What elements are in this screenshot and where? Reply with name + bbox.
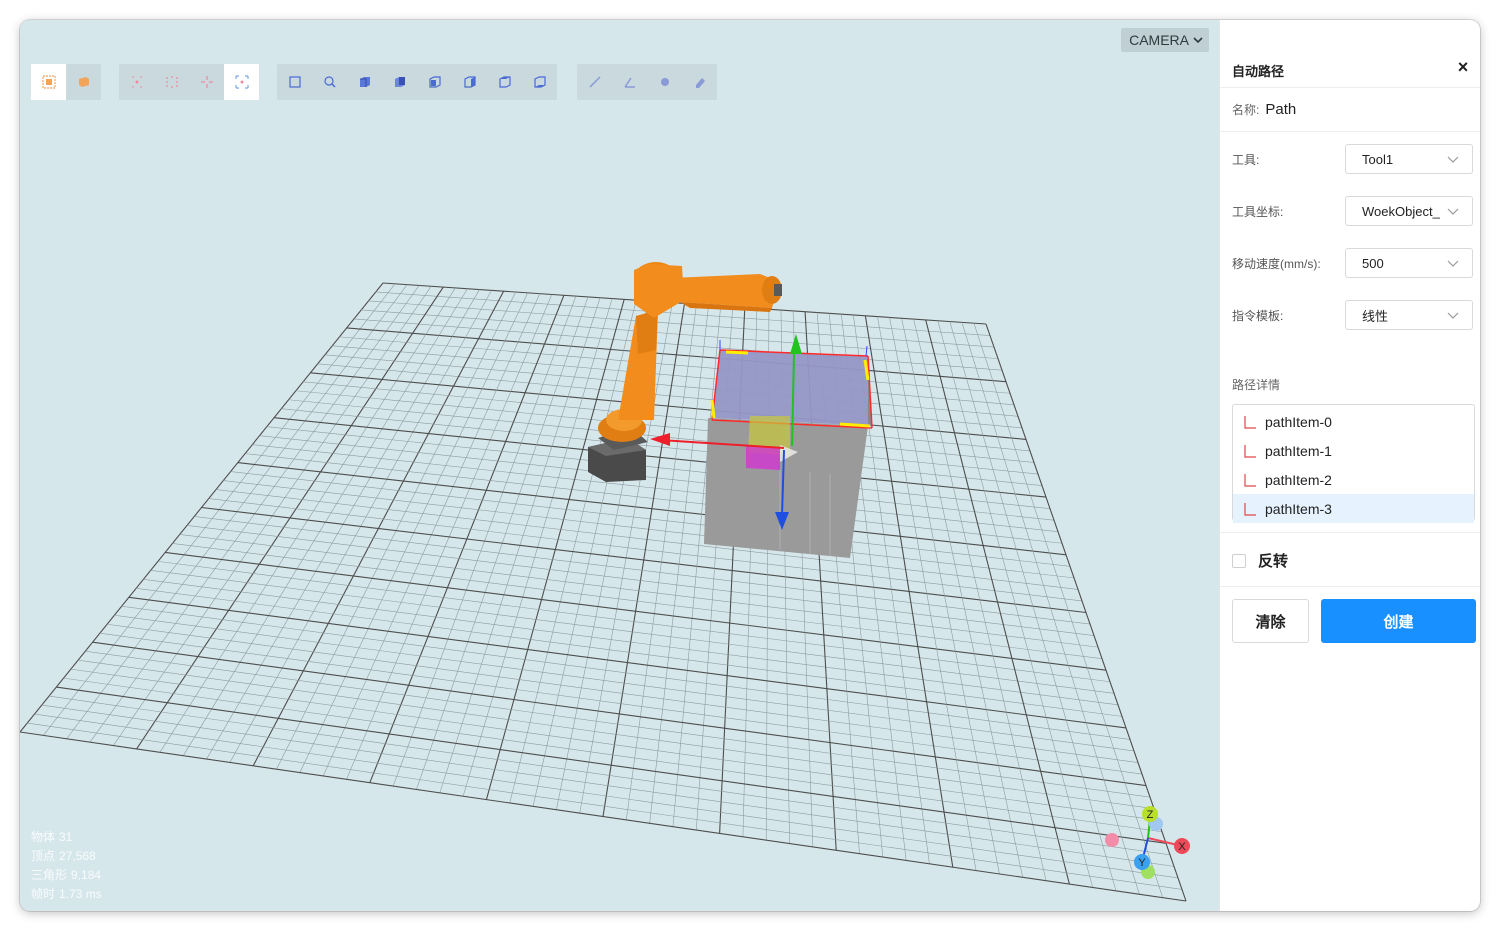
snap-point-icon[interactable] [119,64,154,100]
reverse-checkbox[interactable] [1232,553,1246,568]
tool-coord-field: 工具坐标: WoekObject_ [1220,194,1480,228]
name-row: 名称: Path [1220,88,1480,132]
speed-field: 移动速度(mm/s): 500 [1220,246,1480,280]
close-icon[interactable]: × [1454,57,1472,77]
tool-label: 工具: [1232,153,1260,167]
stat-triangles: 三角形 9,184 [31,868,102,882]
path-item-label: pathItem-3 [1265,500,1332,517]
measure-line-icon[interactable] [577,64,612,100]
chevron-down-icon [1447,260,1459,267]
stat-vertices: 顶点 27,568 [31,849,96,863]
path-line-icon [1244,444,1256,458]
axis-x-label: X [1178,841,1186,853]
name-value[interactable]: Path [1265,101,1296,118]
stat-frame-time: 帧时 1.73 ms [31,887,102,901]
floor-grid [20,282,1187,902]
panel-title: 自动路径 [1232,64,1285,79]
stat-objects: 物体 31 [31,830,73,844]
toolbar-group-views [277,64,557,100]
view-bottom-icon[interactable] [522,64,557,100]
tool-field: 工具: Tool1 [1220,142,1480,176]
path-line-icon [1244,415,1256,429]
camera-select-label: CAMERA [1129,32,1189,48]
select-object-icon[interactable] [31,64,66,100]
clear-button[interactable]: 清除 [1232,599,1309,643]
auto-path-panel: 自动路径 × 名称: Path 工具: Tool1 工具坐标: WoekObje… [1219,20,1480,911]
path-line-icon [1244,473,1256,487]
axis-z-label: Z [1147,809,1154,821]
snap-frame-icon[interactable] [224,64,259,100]
divider [1220,532,1480,533]
panel-header: 自动路径 × [1220,20,1480,88]
point-icon[interactable] [647,64,682,100]
view-front-icon[interactable] [347,64,382,100]
path-item[interactable]: pathItem-1 [1233,436,1474,465]
app-window: X Z Y CAMERA 物体 31 顶点 27,568 三角形 9,184 帧… [20,20,1480,911]
view-back-icon[interactable] [382,64,417,100]
template-field: 指令模板: 线性 [1220,298,1480,332]
chevron-down-icon [1193,37,1203,44]
speed-select-value: 500 [1362,255,1384,271]
scene-canvas[interactable]: X Z Y [20,20,1219,911]
path-details-label: 路径详情 [1232,378,1281,392]
tool-select-value: Tool1 [1362,151,1394,167]
name-label: 名称: [1232,103,1260,117]
reverse-label: 反转 [1258,553,1289,570]
3d-viewport[interactable]: X Z Y CAMERA 物体 31 顶点 27,568 三角形 9,184 帧… [20,20,1219,911]
tool-select[interactable]: Tool1 [1345,144,1473,174]
path-item-label: pathItem-1 [1265,442,1332,459]
divider [1220,586,1480,587]
speed-label: 移动速度(mm/s): [1232,257,1321,271]
tool-coord-select[interactable]: WoekObject_ [1345,196,1473,226]
speed-select[interactable]: 500 [1345,248,1473,278]
toolbar-group-select [31,64,101,100]
path-item[interactable]: pathItem-0 [1233,407,1474,436]
view-right-icon[interactable] [452,64,487,100]
toolbar-group-snap [119,64,259,100]
chevron-down-icon [1447,312,1459,319]
snap-center-icon[interactable] [189,64,224,100]
eraser-icon[interactable] [682,64,717,100]
tool-coord-label: 工具坐标: [1232,205,1284,219]
measure-angle-icon[interactable] [612,64,647,100]
view-frame-icon[interactable] [277,64,312,100]
path-list: pathItem-0 pathItem-1 pathItem-2 pathIte… [1232,404,1475,523]
path-item[interactable]: pathItem-2 [1233,465,1474,494]
path-item-label: pathItem-0 [1265,413,1332,430]
tool-coord-select-value: WoekObject_ [1362,203,1440,219]
camera-select[interactable]: CAMERA [1121,28,1209,52]
orientation-triad[interactable]: X Z Y [1105,806,1190,879]
path-line-icon [1244,502,1256,516]
axis-y-label: Y [1138,857,1146,869]
render-stats: 物体 31 顶点 27,568 三角形 9,184 帧时 1.73 ms [31,828,106,904]
reverse-option[interactable]: 反转 [1232,550,1288,571]
template-select[interactable]: 线性 [1345,300,1473,330]
path-item[interactable]: pathItem-3 [1233,494,1474,523]
view-left-icon[interactable] [417,64,452,100]
view-rotate-icon[interactable] [312,64,347,100]
template-select-value: 线性 [1362,308,1389,324]
template-label: 指令模板: [1232,309,1284,323]
create-button[interactable]: 创建 [1321,599,1476,643]
chevron-down-icon [1447,208,1459,215]
view-top-icon[interactable] [487,64,522,100]
chevron-down-icon [1447,156,1459,163]
toolbar-group-measure [577,64,717,100]
snap-grid-icon[interactable] [154,64,189,100]
path-item-label: pathItem-2 [1265,471,1332,488]
solid-box-icon[interactable] [66,64,101,100]
